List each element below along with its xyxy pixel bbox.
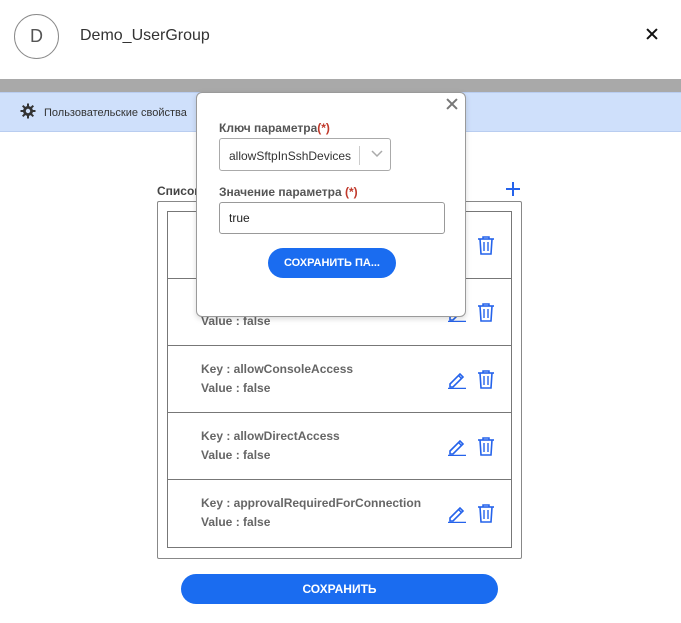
close-icon[interactable] (642, 24, 662, 44)
chevron-down-icon (371, 150, 383, 158)
key-select[interactable]: allowSftpInSshDevices (219, 138, 391, 171)
edit-icon[interactable] (447, 369, 467, 390)
param-value: Value : false (201, 448, 271, 462)
required-mark: (*) (344, 185, 358, 199)
trash-icon[interactable] (476, 235, 496, 255)
tab-custom-properties[interactable]: Пользовательские свойства (44, 107, 187, 119)
list-item: Key : approvalRequiredForConnection Value… (168, 480, 511, 547)
trash-icon[interactable] (476, 369, 496, 389)
save-parameter-button[interactable]: СОХРАНИТЬ ПА... (268, 248, 396, 278)
value-field-label: Значение параметра (*) (219, 185, 358, 199)
list-item: Key : allowConsoleAccess Value : false (168, 346, 511, 413)
param-key: Key : allowConsoleAccess (201, 362, 354, 376)
dialog-header: D Demo_UserGroup (0, 0, 681, 78)
list-label: Список (157, 184, 201, 198)
value-input[interactable] (219, 202, 445, 234)
trash-icon[interactable] (476, 302, 496, 322)
page-title: Demo_UserGroup (80, 27, 210, 44)
divider-strip (0, 79, 681, 92)
key-label-text: Ключ параметра (219, 121, 318, 135)
param-key: Key : approvalRequiredForConnection (201, 496, 422, 510)
param-key: Key : allowDirectAccess (201, 429, 340, 443)
value-label-text: Значение параметра (219, 185, 345, 199)
edit-parameter-popup: Ключ параметра(*) allowSftpInSshDevices … (196, 92, 466, 317)
param-value: Value : false (201, 381, 271, 395)
param-value: Value : false (201, 515, 271, 529)
gear-icon (20, 103, 36, 119)
avatar: D (14, 14, 59, 59)
key-select-value: allowSftpInSshDevices (229, 149, 352, 163)
add-parameter-button[interactable] (505, 181, 521, 197)
edit-icon[interactable] (447, 436, 467, 457)
list-item: Key : allowDirectAccess Value : false (168, 413, 511, 480)
trash-icon[interactable] (476, 436, 496, 456)
trash-icon[interactable] (476, 503, 496, 523)
save-button[interactable]: СОХРАНИТЬ (181, 574, 498, 604)
key-field-label: Ключ параметра(*) (219, 121, 330, 135)
select-separator (359, 146, 360, 165)
close-popup-icon[interactable] (445, 97, 459, 111)
required-mark: (*) (317, 121, 330, 135)
edit-icon[interactable] (447, 503, 467, 524)
